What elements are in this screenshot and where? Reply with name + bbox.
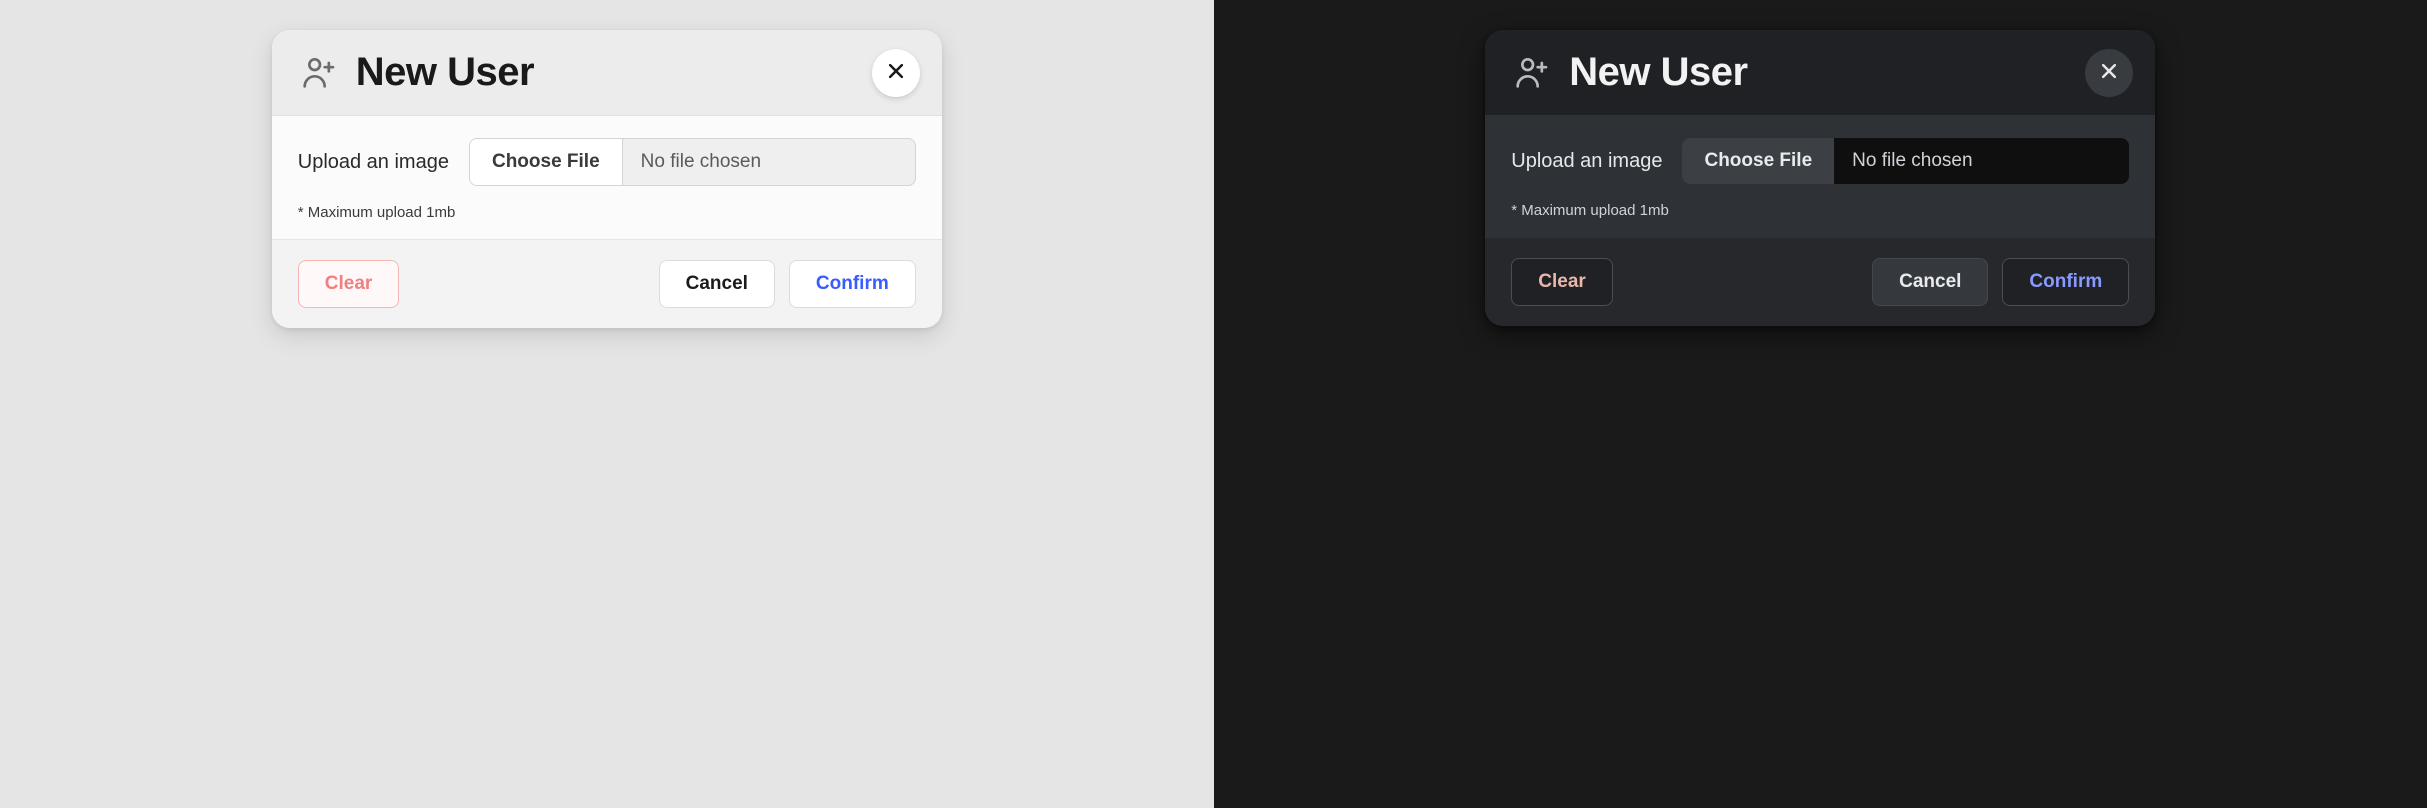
confirm-button[interactable]: Confirm	[789, 260, 916, 308]
file-picker: Choose File No file chosen	[469, 138, 916, 186]
choose-file-button[interactable]: Choose File	[470, 139, 623, 185]
upload-label: Upload an image	[1511, 150, 1662, 173]
clear-button[interactable]: Clear	[298, 260, 400, 308]
light-theme-pane: New User Upload an image Choose File No …	[0, 0, 1214, 808]
dialog-footer: Clear Cancel Confirm	[1485, 237, 2155, 326]
dialog-title: New User	[1569, 50, 1747, 95]
new-user-dialog: New User Upload an image Choose File No …	[272, 30, 942, 328]
close-button[interactable]	[2085, 49, 2133, 97]
close-icon	[886, 61, 906, 84]
close-button[interactable]	[872, 49, 920, 97]
file-picker: Choose File No file chosen	[1682, 138, 2129, 184]
choose-file-button[interactable]: Choose File	[1682, 138, 1834, 184]
cancel-button[interactable]: Cancel	[659, 260, 775, 308]
dark-theme-pane: New User Upload an image Choose File No …	[1214, 0, 2427, 808]
dialog-footer: Clear Cancel Confirm	[272, 239, 942, 328]
new-user-dialog: New User Upload an image Choose File No …	[1485, 30, 2155, 326]
file-status-text: No file chosen	[623, 139, 915, 185]
user-plus-icon	[1511, 53, 1551, 93]
upload-row: Upload an image Choose File No file chos…	[1511, 138, 2129, 184]
dialog-title: New User	[356, 50, 534, 95]
dialog-header: New User	[1485, 30, 2155, 116]
file-status-text: No file chosen	[1834, 138, 2129, 184]
clear-button[interactable]: Clear	[1511, 258, 1613, 306]
confirm-button[interactable]: Confirm	[2002, 258, 2129, 306]
upload-label: Upload an image	[298, 151, 449, 174]
close-icon	[2099, 61, 2119, 84]
upload-hint: * Maximum upload 1mb	[298, 204, 916, 221]
dialog-body: Upload an image Choose File No file chos…	[1485, 116, 2155, 237]
cancel-button[interactable]: Cancel	[1872, 258, 1988, 306]
upload-row: Upload an image Choose File No file chos…	[298, 138, 916, 186]
upload-hint: * Maximum upload 1mb	[1511, 202, 2129, 219]
dialog-body: Upload an image Choose File No file chos…	[272, 116, 942, 239]
user-plus-icon	[298, 53, 338, 93]
dialog-header: New User	[272, 30, 942, 116]
